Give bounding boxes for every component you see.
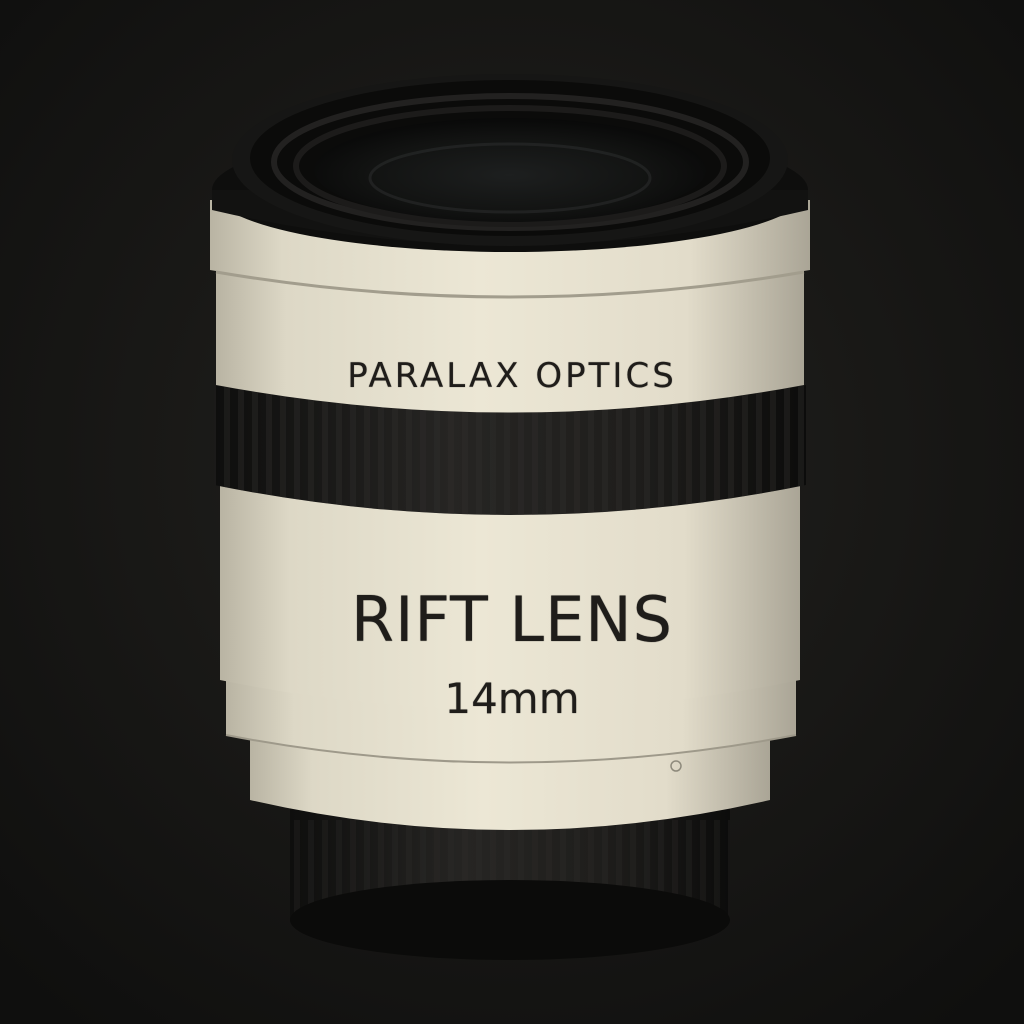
focal-length-label: 14mm	[444, 674, 580, 723]
lens-illustration	[0, 0, 1024, 1024]
model-label: RIFT LENS	[351, 583, 673, 656]
product-photo: PARALAX OPTICS RIFT LENS 14mm	[0, 0, 1024, 1024]
brand-label: PARALAX OPTICS	[347, 356, 677, 396]
